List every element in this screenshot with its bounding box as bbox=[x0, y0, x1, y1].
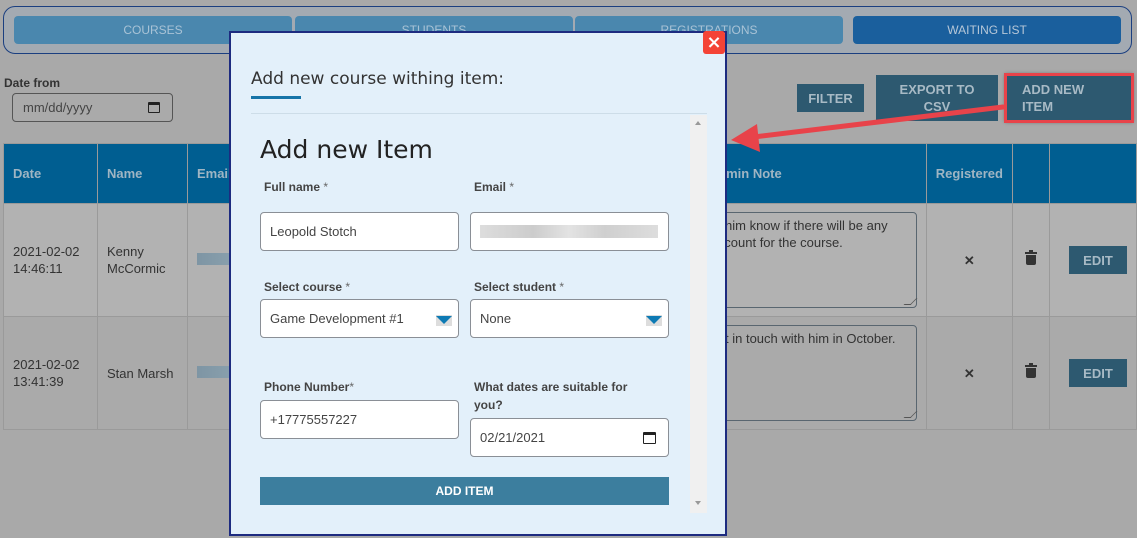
cell-name: Kenny McCormic bbox=[96, 203, 188, 317]
modal-title: Add new course withing item: bbox=[251, 69, 504, 89]
dates-input[interactable]: 02/21/2021 bbox=[470, 418, 669, 457]
edit-button[interactable]: EDIT bbox=[1068, 359, 1127, 387]
add-new-label-line1: ADD NEW bbox=[1022, 82, 1085, 97]
trash-icon[interactable] bbox=[1024, 250, 1037, 266]
cell-actions: EDIT bbox=[1048, 316, 1137, 430]
admin-note-textarea[interactable]: et in touch with him in October. bbox=[708, 325, 918, 421]
title-underline bbox=[251, 96, 301, 99]
cell-delete bbox=[1011, 316, 1050, 430]
header-delete bbox=[1011, 143, 1050, 204]
email-label: Email * bbox=[474, 180, 515, 194]
calendar-icon[interactable] bbox=[643, 432, 656, 444]
export-label-line2: CSV bbox=[923, 99, 951, 114]
date-from-label: Date from bbox=[4, 76, 61, 90]
cell-date: 2021-02-02 14:46:11 bbox=[3, 203, 98, 317]
add-new-label-line2: ITEM bbox=[1022, 99, 1054, 114]
resize-handle-icon[interactable] bbox=[903, 411, 918, 418]
modal-scrollbar[interactable] bbox=[690, 115, 707, 513]
select-course-label: Select course * bbox=[264, 280, 351, 294]
date-from-placeholder: mm/dd/yyyy bbox=[23, 100, 93, 115]
cell-actions: EDIT bbox=[1048, 203, 1137, 317]
add-item-modal: Add new course withing item: Add new Ite… bbox=[229, 31, 727, 536]
header-admin-note: Admin Note bbox=[698, 143, 927, 204]
tab-waiting-list[interactable]: WAITING LIST bbox=[853, 16, 1121, 44]
date-from-input[interactable]: mm/dd/yyyy bbox=[12, 93, 173, 122]
header-name: Name bbox=[96, 143, 188, 204]
cell-delete bbox=[1011, 203, 1050, 317]
select-student-dropdown[interactable]: None bbox=[470, 299, 669, 338]
cell-admin-note: et in touch with him in October. bbox=[698, 316, 927, 430]
resize-handle-icon[interactable] bbox=[903, 298, 918, 305]
dates-label: What dates are suitable for you? bbox=[474, 380, 628, 412]
trash-icon[interactable] bbox=[1024, 363, 1037, 379]
email-redacted bbox=[480, 225, 658, 238]
header-actions bbox=[1048, 143, 1137, 204]
cell-date: 2021-02-02 13:41:39 bbox=[3, 316, 98, 430]
chevron-down-icon bbox=[436, 315, 452, 326]
form-heading: Add new Item bbox=[260, 135, 433, 164]
select-student-label: Select student * bbox=[474, 280, 565, 294]
phone-label: Phone Number* bbox=[264, 380, 355, 394]
header-date: Date bbox=[3, 143, 98, 204]
chevron-down-icon bbox=[646, 315, 662, 326]
registered-no-icon: ✕ bbox=[925, 203, 1013, 317]
close-modal-button[interactable]: × bbox=[703, 31, 725, 54]
filter-button[interactable]: FILTER bbox=[797, 84, 864, 112]
scroll-up-icon[interactable] bbox=[695, 121, 701, 125]
export-csv-button[interactable]: EXPORT TO CSV bbox=[876, 75, 998, 121]
full-name-input[interactable]: Leopold Stotch bbox=[260, 212, 459, 251]
scroll-down-icon[interactable] bbox=[695, 501, 701, 505]
calendar-icon[interactable] bbox=[148, 102, 160, 113]
registered-no-icon: ✕ bbox=[925, 316, 1013, 430]
close-icon: × bbox=[706, 31, 722, 53]
admin-note-textarea[interactable]: t him know if there will be any scount fo… bbox=[708, 212, 918, 308]
full-name-label: Full name * bbox=[264, 180, 329, 194]
edit-button[interactable]: EDIT bbox=[1068, 246, 1127, 274]
phone-input[interactable]: +17775557227 bbox=[260, 400, 459, 439]
cell-admin-note: t him know if there will be any scount fo… bbox=[698, 203, 927, 317]
export-label-line1: EXPORT TO bbox=[899, 82, 975, 97]
select-course-dropdown[interactable]: Game Development #1 bbox=[260, 299, 459, 338]
email-input[interactable] bbox=[470, 212, 669, 251]
header-registered: Registered bbox=[925, 143, 1013, 204]
add-item-button[interactable]: ADD ITEM bbox=[260, 477, 669, 505]
add-new-item-button[interactable]: ADD NEW ITEM bbox=[1004, 73, 1134, 123]
modal-divider bbox=[251, 113, 707, 114]
cell-name: Stan Marsh bbox=[96, 316, 188, 430]
